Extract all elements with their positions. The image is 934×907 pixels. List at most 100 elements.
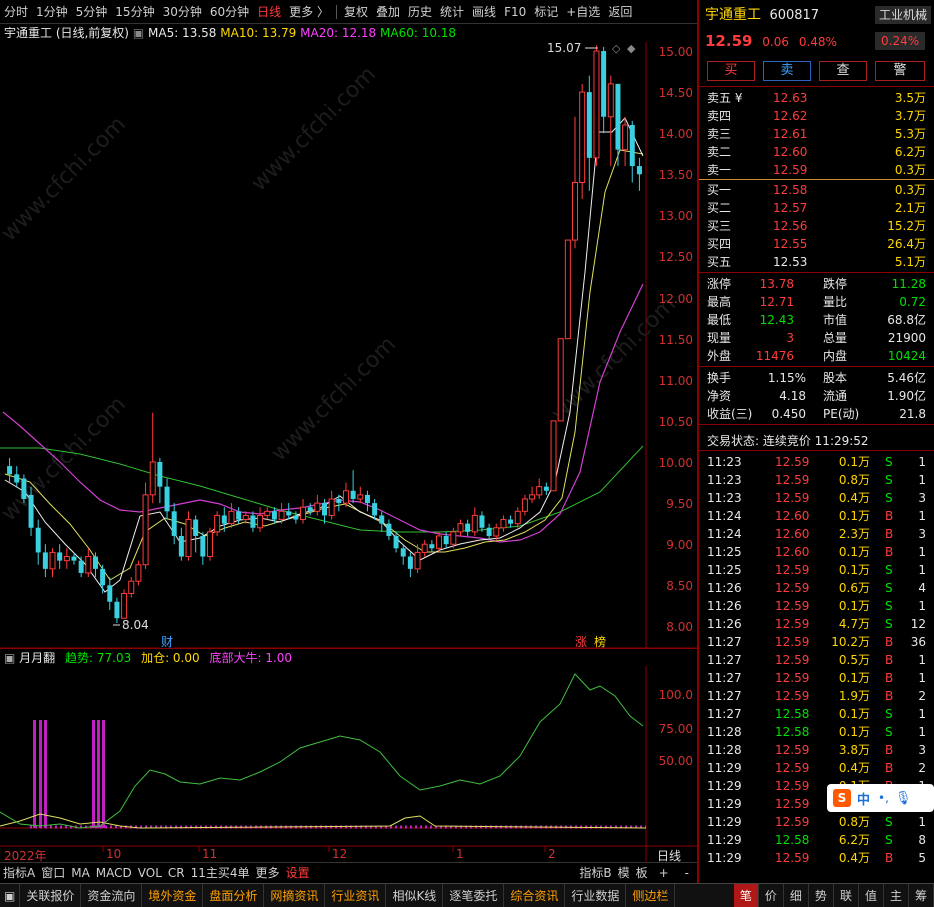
industry-news-button[interactable]: 行业资讯 — [325, 883, 387, 907]
tab-chips[interactable]: 筹 — [909, 883, 934, 907]
overseas-fund-button[interactable]: 境外资金 — [142, 883, 204, 907]
tab-cr[interactable]: CR — [165, 866, 188, 880]
industry-data-button[interactable]: 行业数据 — [565, 883, 627, 907]
tab-trend[interactable]: 势 — [809, 883, 834, 907]
tab-1min[interactable]: 1分钟 — [32, 0, 72, 24]
stock-name: 宇通重工 — [705, 7, 761, 23]
plus-icon[interactable]: + — [651, 866, 677, 880]
microphone-icon[interactable]: 🎙 — [895, 791, 912, 806]
sidebar-button[interactable]: 侧边栏 — [626, 883, 676, 907]
date-label: 10 — [106, 847, 122, 861]
bid-row[interactable]: 买一 12.58 0.3万 — [699, 181, 934, 199]
tab-ma[interactable]: MA — [68, 866, 93, 880]
price-tick: 10.00 — [658, 456, 693, 470]
period-toolbar: 分时 1分钟 5分钟 15分钟 30分钟 60分钟 日线 更多 〉 复权 叠加 … — [0, 0, 697, 24]
tab-trades[interactable]: 笔 — [733, 883, 759, 907]
tab-main[interactable]: 主 — [884, 883, 909, 907]
sell-button[interactable]: 卖 — [763, 61, 811, 81]
sector-label[interactable]: 工业机械 — [875, 6, 932, 24]
indicator-tick: 50.00 — [658, 754, 693, 768]
overlay-button[interactable]: 叠加 — [372, 0, 404, 24]
high-marker: 15.07 — [547, 42, 581, 55]
restore-rights-button[interactable]: 复权 — [340, 0, 372, 24]
bid-row[interactable]: 买四 12.55 26.4万 — [699, 235, 934, 253]
tab-5min[interactable]: 5分钟 — [72, 0, 112, 24]
punctuation-icon[interactable]: •, — [878, 791, 889, 805]
bid-row[interactable]: 买五 12.53 5.1万 — [699, 253, 934, 271]
web-news-button[interactable]: 网摘资讯 — [264, 883, 326, 907]
ask-row[interactable]: 卖二 12.60 6.2万 — [699, 143, 934, 161]
trade-row: 11:24 12.60 2.3万 B 3 — [707, 527, 926, 541]
price-tick: 8.00 — [666, 620, 693, 634]
price-tick: 14.50 — [658, 86, 693, 100]
trade-row: 11:29 12.58 6.2万 S 8 — [707, 833, 926, 847]
tab-indicator-a[interactable]: 指标A — [0, 864, 38, 881]
tab-indicator-b[interactable]: 指标B — [576, 864, 614, 881]
trade-row: 11:24 12.60 0.1万 B 1 — [707, 509, 926, 523]
buy-button[interactable]: 买 — [707, 61, 755, 81]
trade-row: 11:29 12.59 0.4万 B 2 — [707, 761, 926, 775]
ime-widget[interactable]: S 中 •, 🎙 — [827, 784, 934, 812]
tab-30min[interactable]: 30分钟 — [159, 0, 206, 24]
ask-row[interactable]: 卖一 12.59 0.3万 — [699, 161, 934, 179]
svg-text:www.cfchi.com: www.cfchi.com — [247, 62, 381, 196]
tab-link[interactable]: 联 — [834, 883, 859, 907]
date-label: 1 — [456, 847, 464, 861]
order-detail-button[interactable]: 逐笔委托 — [443, 883, 505, 907]
bottom-bull-value: 底部大牛: 1.00 — [209, 651, 293, 665]
history-button[interactable]: 历史 — [404, 0, 436, 24]
alert-button[interactable]: 警 — [875, 61, 925, 81]
tab-60min[interactable]: 60分钟 — [206, 0, 253, 24]
tab-detail[interactable]: 细 — [784, 883, 809, 907]
bid-row[interactable]: 买三 12.56 15.2万 — [699, 217, 934, 235]
tab-more[interactable]: 更多 〉 — [285, 0, 333, 24]
ask-row[interactable]: 卖三 12.61 5.3万 — [699, 125, 934, 143]
trade-row: 11:25 12.59 0.1万 S 1 — [707, 563, 926, 577]
tab-15min[interactable]: 15分钟 — [111, 0, 158, 24]
stat-row: 最高 12.71 量比 0.72 — [707, 295, 926, 309]
price-change: 0.06 — [762, 35, 789, 49]
trade-row: 11:26 12.59 0.1万 S 1 — [707, 599, 926, 613]
ask-row[interactable]: 卖四 12.62 3.7万 — [699, 107, 934, 125]
menu-icon[interactable]: ▣ — [0, 883, 21, 907]
mark-button[interactable]: 标记 — [530, 0, 562, 24]
tab-template[interactable]: 模 — [615, 864, 633, 881]
kline-chart[interactable]: www.cfchi.com www.cfchi.com www.cfchi.co… — [0, 42, 697, 648]
draw-line-button[interactable]: 画线 — [468, 0, 500, 24]
related-quotes-button[interactable]: 关联报价 — [20, 883, 82, 907]
svg-text:www.cfchi.com: www.cfchi.com — [267, 332, 401, 466]
stat-row: 最低 12.43 市值 68.8亿 — [707, 313, 926, 327]
ask-row[interactable]: 卖五 ¥12.63 3.5万 — [699, 89, 934, 107]
similar-kline-button[interactable]: 相似K线 — [386, 883, 444, 907]
tab-board[interactable]: 板 — [633, 864, 651, 881]
tab-macd[interactable]: MACD — [93, 866, 135, 880]
fund-flow-button[interactable]: 资金流向 — [81, 883, 143, 907]
tab-value[interactable]: 值 — [859, 883, 884, 907]
tab-vol[interactable]: VOL — [135, 866, 165, 880]
ranking-badge[interactable]: 榜 — [594, 634, 606, 648]
stat-row: 净资 4.18 流通 1.90亿 — [707, 389, 926, 403]
statistics-button[interactable]: 统计 — [436, 0, 468, 24]
limit-up-badge[interactable]: 涨 — [575, 634, 587, 648]
stat-row: 换手 1.15% 股本 5.46亿 — [707, 371, 926, 385]
tab-price[interactable]: 价 — [759, 883, 784, 907]
ime-lang[interactable]: 中 — [857, 789, 870, 808]
minus-icon[interactable]: - — [677, 866, 697, 880]
tab-settings[interactable]: 设置 — [283, 864, 313, 881]
market-analysis-button[interactable]: 盘面分析 — [203, 883, 265, 907]
tab-more[interactable]: 更多 — [253, 864, 283, 881]
indicator-chart[interactable]: 100.0 75.00 50.00 2022年 10 11 12 1 2 日线 — [0, 666, 697, 863]
f10-button[interactable]: F10 — [500, 0, 530, 24]
composite-news-button[interactable]: 综合资讯 — [504, 883, 566, 907]
finance-badge[interactable]: 财 — [161, 635, 173, 648]
back-button[interactable]: 返回 — [604, 0, 636, 24]
tab-main-buy[interactable]: 11主买4单 — [188, 864, 253, 881]
chart-legend: 宇通重工 (日线,前复权) ▣ MA5: 13.58 MA10: 13.79 M… — [0, 24, 697, 42]
add-watchlist-button[interactable]: +自选 — [562, 0, 604, 24]
tab-timeshare[interactable]: 分时 — [0, 0, 32, 24]
bid-row[interactable]: 买二 12.57 2.1万 — [699, 199, 934, 217]
tab-window[interactable]: 窗口 — [38, 864, 68, 881]
query-button[interactable]: 查 — [819, 61, 867, 81]
stat-row: 涨停 13.78 跌停 11.28 — [707, 277, 926, 291]
tab-daily[interactable]: 日线 — [253, 0, 285, 24]
